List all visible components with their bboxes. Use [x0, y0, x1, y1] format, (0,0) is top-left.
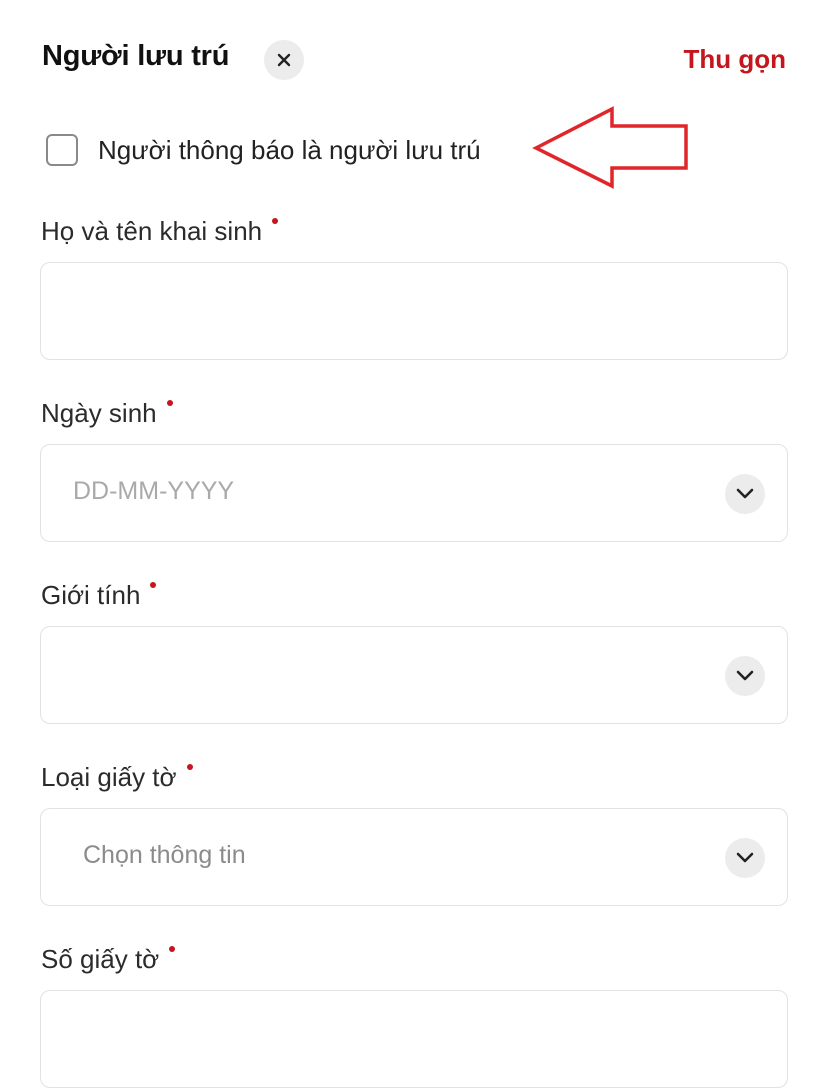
birth-date-dropdown-button[interactable] — [725, 474, 765, 514]
required-marker — [272, 218, 279, 224]
full-name-input[interactable] — [40, 262, 788, 360]
close-icon — [277, 53, 291, 67]
panel-header: Người lưu trú Thu gọn — [0, 0, 828, 120]
gender-label: Giới tính — [41, 580, 157, 611]
red-arrow-annotation — [532, 106, 688, 189]
full-name-label-text: Họ và tên khai sinh — [41, 216, 263, 246]
gender-select[interactable] — [40, 626, 788, 724]
gender-dropdown-button[interactable] — [725, 656, 765, 696]
required-marker — [169, 946, 176, 952]
required-marker — [150, 582, 157, 588]
resident-checkbox[interactable] — [46, 134, 78, 166]
birth-date-label-text: Ngày sinh — [41, 398, 157, 428]
resident-checkbox-row[interactable]: Người thông báo là người lưu trú — [46, 132, 481, 168]
panel-title: Người lưu trú — [42, 40, 230, 72]
doc-type-label: Loại giấy tờ — [41, 762, 193, 793]
chevron-down-icon — [736, 488, 754, 499]
doc-type-label-text: Loại giấy tờ — [41, 762, 177, 792]
full-name-label: Họ và tên khai sinh — [41, 216, 279, 247]
doc-number-label-text: Số giấy tờ — [41, 944, 160, 974]
birth-date-placeholder: DD-MM-YYYY — [73, 477, 235, 505]
required-marker — [166, 400, 173, 406]
gender-label-text: Giới tính — [41, 580, 141, 610]
collapse-link[interactable]: Thu gọn — [683, 44, 786, 75]
doc-type-dropdown-button[interactable] — [725, 838, 765, 878]
chevron-down-icon — [736, 852, 754, 863]
doc-type-placeholder: Chọn thông tin — [83, 841, 246, 869]
doc-type-select[interactable]: Chọn thông tin — [40, 808, 788, 906]
close-button[interactable] — [264, 40, 304, 80]
birth-date-picker[interactable]: DD-MM-YYYY — [40, 444, 788, 542]
chevron-down-icon — [736, 670, 754, 681]
doc-number-input[interactable] — [40, 990, 788, 1088]
required-marker — [186, 764, 193, 770]
birth-date-label: Ngày sinh — [41, 398, 173, 429]
resident-checkbox-label: Người thông báo là người lưu trú — [98, 134, 481, 165]
doc-number-label: Số giấy tờ — [41, 944, 176, 975]
